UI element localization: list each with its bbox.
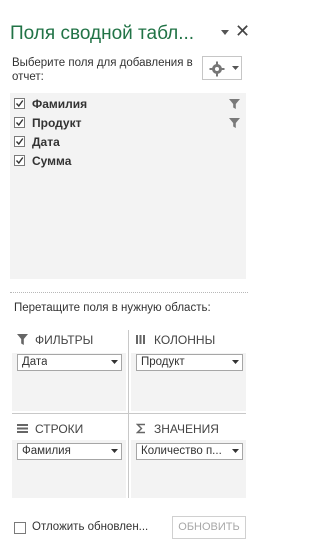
- field-name: Дата: [32, 135, 60, 149]
- columns-icon: [136, 335, 145, 344]
- drag-fields-label: Перетащите поля в нужную область:: [14, 302, 211, 314]
- rows-area-label: СТРОКИ: [35, 422, 84, 436]
- values-area-label: ЗНАЧЕНИЯ: [154, 422, 219, 436]
- field-name: Продукт: [32, 116, 82, 130]
- rows-field-label: Фамилия: [22, 445, 71, 457]
- filters-field-button[interactable]: Дата: [17, 354, 122, 371]
- chevron-down-icon[interactable]: [111, 360, 118, 365]
- chevron-down-icon[interactable]: [232, 360, 239, 365]
- field-name: Фамилия: [32, 97, 88, 111]
- area-divider-horizontal: [12, 413, 246, 414]
- pane-title: Поля сводной табл...: [10, 23, 195, 44]
- defer-update-checkbox[interactable]: [14, 522, 26, 534]
- rows-area-header: СТРОКИ: [17, 422, 122, 436]
- pane-options-chevron-icon[interactable]: [219, 25, 231, 37]
- rows-icon: [17, 424, 28, 433]
- chevron-down-icon: [232, 66, 239, 70]
- tools-button[interactable]: [202, 56, 242, 80]
- update-button[interactable]: ОБНОВИТЬ: [172, 516, 246, 539]
- values-field-label: Количество п...: [141, 445, 222, 457]
- filters-field-label: Дата: [22, 356, 48, 368]
- field-item-familiya[interactable]: Фамилия: [10, 95, 246, 113]
- columns-field-button[interactable]: Продукт: [136, 354, 243, 371]
- values-area-header: ЗНАЧЕНИЯ: [136, 422, 244, 436]
- gear-icon: [209, 61, 225, 77]
- rows-field-button[interactable]: Фамилия: [17, 443, 122, 460]
- sigma-icon: [136, 423, 145, 434]
- filters-area-header: ФИЛЬТРЫ: [17, 333, 122, 347]
- chevron-down-icon[interactable]: [232, 449, 239, 454]
- filter-icon: [17, 334, 28, 345]
- field-item-data[interactable]: Дата: [10, 133, 246, 151]
- columns-area-header: КОЛОННЫ: [136, 333, 244, 347]
- area-divider-vertical: [128, 330, 129, 498]
- filters-area-label: ФИЛЬТРЫ: [35, 333, 94, 347]
- filter-icon: [229, 99, 240, 109]
- field-list: Фамилия Продукт Дата Сумма: [10, 93, 246, 279]
- chevron-down-icon[interactable]: [111, 449, 118, 454]
- field-checkbox[interactable]: [14, 136, 25, 147]
- field-checkbox[interactable]: [14, 98, 25, 109]
- field-checkbox[interactable]: [14, 117, 25, 128]
- choose-fields-label: Выберите поля для добавления в отчет:: [12, 57, 193, 83]
- field-item-produkt[interactable]: Продукт: [10, 114, 246, 132]
- values-field-button[interactable]: Количество п...: [136, 443, 243, 460]
- columns-area-label: КОЛОННЫ: [154, 333, 216, 347]
- defer-update-label: Отложить обновлен...: [32, 521, 149, 533]
- splitter[interactable]: [10, 292, 248, 293]
- filter-icon: [229, 118, 240, 128]
- field-name: Сумма: [32, 154, 72, 168]
- field-checkbox[interactable]: [14, 155, 25, 166]
- columns-field-label: Продукт: [141, 356, 185, 368]
- close-icon[interactable]: ✕: [235, 22, 250, 40]
- field-item-summa[interactable]: Сумма: [10, 152, 246, 170]
